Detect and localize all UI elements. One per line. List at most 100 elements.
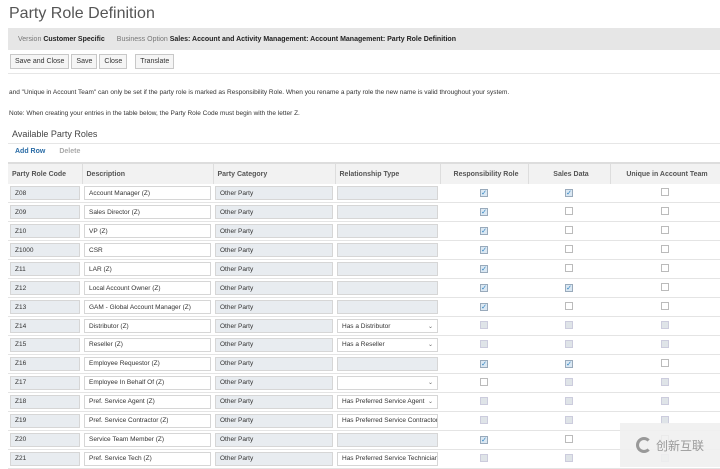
sales-checkbox[interactable] [565,245,573,254]
table-row: Z19 Pref. Service Contractor (Z) Other Par… [8,411,720,431]
sales-checkbox[interactable] [565,207,573,216]
column-header[interactable]: Unique in Account Team [610,162,720,184]
chevron-down-icon[interactable]: ⌄ [428,323,433,330]
column-header[interactable]: Responsibility Role [440,162,529,184]
description-input[interactable]: Pref. Service Tech (Z) [84,451,211,466]
chevron-down-icon[interactable]: ⌄ [428,379,433,386]
party-role-code-field[interactable]: Z09 [10,205,80,220]
unique-checkbox[interactable] [661,188,669,197]
close-button[interactable]: Close [99,54,128,69]
description-input[interactable]: Employee Requestor (Z) [84,356,211,371]
resp-checkbox[interactable]: ✓ [480,265,488,274]
column-header[interactable]: Sales Data [528,162,611,184]
chevron-down-icon[interactable]: ⌄ [428,398,433,405]
sales-checkbox[interactable] [565,264,573,273]
table-row: Z15 Reseller (Z) Other Party Has a Reseller… [8,335,720,355]
sales-checkbox[interactable] [565,302,573,311]
delete-button[interactable]: Delete [59,148,80,155]
column-header[interactable]: Party Role Code [8,162,83,184]
column-header[interactable]: Description [82,162,214,184]
description-input[interactable]: Local Account Owner (Z) [84,281,211,296]
description-input[interactable]: Service Team Member (Z) [84,432,211,447]
party-role-code-field[interactable]: Z08 [10,186,80,201]
add-row-button[interactable]: Add Row [15,148,45,155]
party-role-code-field[interactable]: Z14 [10,319,80,334]
description-input[interactable]: Sales Director (Z) [84,205,211,220]
party-category-field: Other Party [215,394,333,409]
sales-checkbox[interactable]: ✓ [565,189,573,198]
save-and-close-button[interactable]: Save and Close [10,54,70,69]
translate-button[interactable]: Translate [135,54,175,69]
resp-checkbox[interactable]: ✓ [480,303,488,312]
party-role-code-field[interactable]: Z15 [10,337,80,352]
party-role-code-field[interactable]: Z19 [10,413,80,428]
relationship-type-value: Has Preferred Service Contractor [342,417,438,425]
divider [8,143,720,144]
resp-checkbox [480,396,488,405]
party-role-code-field[interactable]: Z16 [10,356,80,371]
relationship-type-select[interactable]: ⌄ [337,375,438,390]
party-role-code-field[interactable]: Z13 [10,300,80,315]
description-input[interactable]: CSR [84,243,211,258]
sales-checkbox[interactable] [565,434,573,443]
resp-checkbox[interactable]: ✓ [480,284,488,293]
resp-checkbox[interactable]: ✓ [480,227,488,236]
column-header[interactable]: Relationship Type [335,162,441,184]
description-input[interactable]: Reseller (Z) [84,337,211,352]
relationship-type-select[interactable]: Has a Reseller ⌄ [337,337,438,352]
resp-checkbox[interactable]: ✓ [480,435,488,444]
party-role-code-field[interactable]: Z12 [10,281,80,296]
party-role-code-field[interactable]: Z20 [10,432,80,447]
party-role-code-field[interactable]: Z10 [10,224,80,239]
description-input[interactable]: GAM - Global Account Manager (Z) [84,300,211,315]
unique-checkbox[interactable] [661,264,669,273]
resp-checkbox[interactable] [480,377,488,386]
party-role-code-field[interactable]: Z21 [10,451,80,466]
unique-checkbox[interactable] [661,207,669,216]
unique-checkbox[interactable] [661,358,669,367]
chevron-down-icon[interactable]: ⌄ [428,341,433,348]
party-role-code-field[interactable]: Z11 [10,262,80,277]
relationship-type-select[interactable]: Has a Distributor ⌄ [337,319,438,334]
sales-checkbox [565,415,573,424]
resp-checkbox[interactable]: ✓ [480,208,488,217]
relationship-type-select[interactable]: Has Preferred Service Technician⌄ [337,451,438,466]
relationship-type-field [337,300,438,315]
unique-checkbox[interactable] [661,226,669,235]
unique-checkbox [661,377,669,386]
description-input[interactable]: Pref. Service Agent (Z) [84,394,211,409]
party-role-code-field[interactable]: Z1000 [10,243,80,258]
resp-checkbox[interactable]: ✓ [480,359,488,368]
party-category-field: Other Party [215,243,333,258]
unique-checkbox [661,339,669,348]
description-input[interactable]: LAR (Z) [84,262,211,277]
version-value: Customer Specific [43,35,105,43]
table-row: Z13 GAM - Global Account Manager (Z) Other… [8,297,720,318]
sales-checkbox[interactable]: ✓ [565,284,573,293]
unique-checkbox[interactable] [661,245,669,254]
resp-checkbox[interactable]: ✓ [480,189,488,198]
party-role-code-field[interactable]: Z18 [10,394,80,409]
relationship-type-select[interactable]: Has Preferred Service Agent ⌄ [337,394,438,409]
column-header[interactable]: Party Category [213,162,336,184]
table-row: Z16 Employee Requestor (Z) Other Party ✓ ✓ [8,354,720,374]
party-role-code-field[interactable]: Z17 [10,375,80,390]
party-category-field: Other Party [215,262,333,277]
resp-checkbox[interactable]: ✓ [480,246,488,255]
description-input[interactable]: Distributor (Z) [84,319,211,334]
description-input[interactable]: Account Manager (Z) [84,186,211,201]
description-input[interactable]: Employee In Behalf Of (Z) [84,375,211,390]
relationship-type-select[interactable]: Has Preferred Service Contractor⌄ [337,413,438,428]
party-category-field: Other Party [215,319,333,334]
sales-checkbox [565,321,573,330]
divider [8,73,720,74]
table-row: Z18 Pref. Service Agent (Z) Other Party Has… [8,392,720,412]
description-input[interactable]: VP (Z) [84,224,211,239]
description-input[interactable]: Pref. Service Contractor (Z) [84,413,211,428]
table-row: Z11 LAR (Z) Other Party ✓ [8,259,720,280]
unique-checkbox[interactable] [661,283,669,292]
sales-checkbox[interactable]: ✓ [565,359,573,368]
unique-checkbox[interactable] [661,302,669,311]
save-button[interactable]: Save [71,54,98,69]
sales-checkbox[interactable] [565,226,573,235]
